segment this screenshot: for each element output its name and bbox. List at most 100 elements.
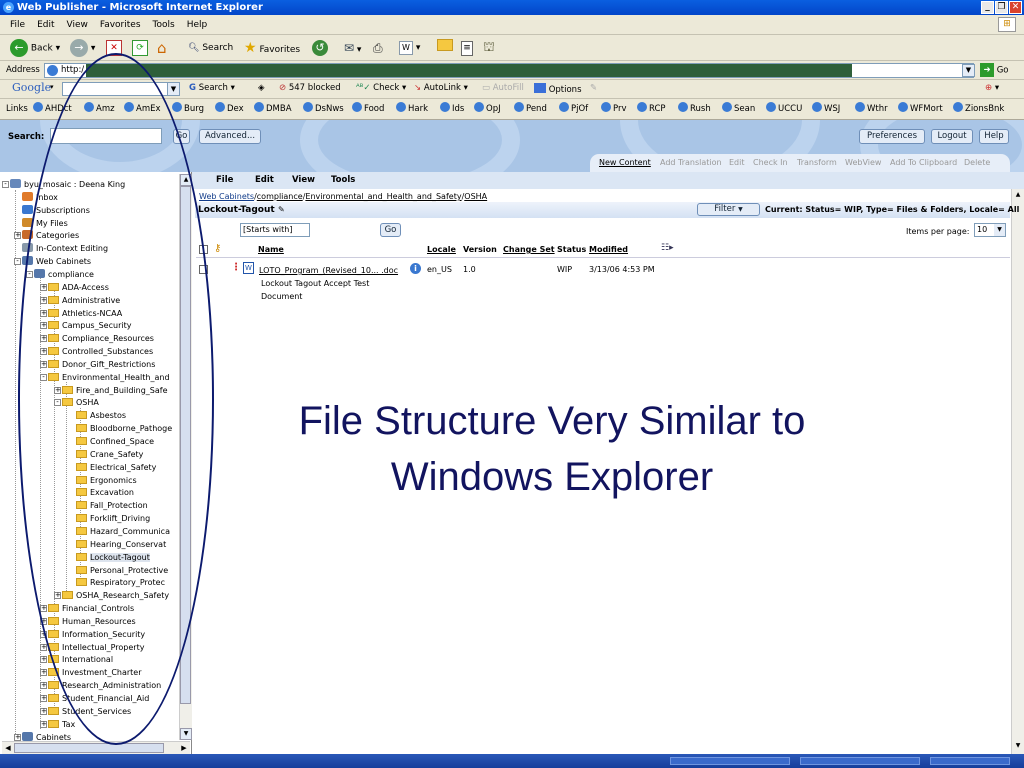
folder-button[interactable]: [437, 39, 453, 57]
link-item[interactable]: UCCU: [766, 102, 802, 116]
address-dropdown-button[interactable]: ▼: [962, 64, 975, 77]
logout-button[interactable]: Logout: [931, 129, 973, 144]
scroll-down-arrow-icon[interactable]: ▼: [180, 728, 192, 740]
edit-properties-icon[interactable]: ✎: [278, 205, 285, 214]
content-menu-file[interactable]: File: [216, 175, 233, 185]
expand-icon[interactable]: +: [14, 232, 21, 240]
content-menu-tools[interactable]: Tools: [331, 175, 355, 185]
add-to-clipboard-link[interactable]: Add To Clipboard: [890, 158, 957, 167]
starts-with-input[interactable]: [Starts with]: [240, 223, 310, 237]
transform-link[interactable]: Transform: [797, 158, 837, 167]
translate-button[interactable]: ⊕ ▾: [985, 83, 999, 93]
webview-link[interactable]: WebView: [845, 158, 881, 167]
expand-icon[interactable]: +: [40, 720, 47, 728]
popup-blocker-button[interactable]: ⊘ 547 blocked: [279, 83, 341, 93]
link-item[interactable]: Rush: [678, 102, 711, 116]
link-item[interactable]: WSJ: [812, 102, 840, 116]
autofill-button[interactable]: ▭ AutoFill: [482, 83, 524, 93]
menu-tools[interactable]: Tools: [147, 15, 181, 35]
link-item[interactable]: OpJ: [474, 102, 501, 116]
autolink-button[interactable]: ↘ AutoLink ▾: [414, 83, 468, 93]
document-link[interactable]: LOTO_Program_(Revised_10... .doc: [259, 266, 398, 275]
link-item[interactable]: Food: [352, 102, 384, 116]
content-menu-view[interactable]: View: [292, 175, 315, 185]
menu-help[interactable]: Help: [181, 15, 214, 35]
content-vertical-scrollbar[interactable]: ▲ ▼: [1011, 189, 1024, 754]
expand-icon[interactable]: +: [40, 643, 47, 651]
new-content-link[interactable]: New Content: [599, 158, 651, 167]
restore-button[interactable]: ❐: [995, 1, 1008, 14]
favorites-button[interactable]: ★ Favorites: [244, 39, 300, 57]
header-name[interactable]: Name: [258, 245, 284, 254]
link-item[interactable]: Dex: [215, 102, 244, 116]
collapse-icon[interactable]: -: [14, 258, 21, 266]
breadcrumb-web-cabinets[interactable]: Web Cabinets: [199, 192, 254, 201]
google-search-button[interactable]: G Search ▾: [189, 83, 235, 93]
breadcrumb-environmental[interactable]: Environmental_and_Health_and_Safety: [305, 192, 461, 201]
filter-go-button[interactable]: Go: [380, 223, 401, 237]
mail-button[interactable]: ✉ ▾: [344, 39, 361, 57]
go-button[interactable]: ➜ Go: [980, 63, 1009, 78]
check-in-link[interactable]: Check In: [753, 158, 788, 167]
link-item[interactable]: ZionsBnk: [953, 102, 1004, 116]
breadcrumb-compliance[interactable]: compliance: [257, 192, 303, 201]
link-item[interactable]: WFMort: [898, 102, 943, 116]
content-scroll-down-icon[interactable]: ▼: [1012, 740, 1024, 752]
link-item[interactable]: PjOf: [559, 102, 588, 116]
content-menu-edit[interactable]: Edit: [255, 175, 274, 185]
link-item[interactable]: RCP: [637, 102, 666, 116]
content-scroll-up-icon[interactable]: ▲: [1012, 189, 1024, 201]
expand-icon[interactable]: +: [40, 669, 47, 677]
collapse-icon[interactable]: -: [2, 181, 9, 188]
link-item[interactable]: Burg: [172, 102, 204, 116]
tree-horizontal-scrollbar[interactable]: ◀ ▶: [2, 741, 190, 754]
scroll-right-arrow-icon[interactable]: ▶: [178, 742, 190, 754]
refresh-button[interactable]: ⟳: [132, 39, 148, 57]
research-button[interactable]: ⛫: [483, 39, 495, 57]
edit-button[interactable]: W ▾: [399, 39, 420, 57]
expand-icon[interactable]: +: [40, 707, 47, 715]
search-button[interactable]: 🔍︎ Search: [188, 39, 233, 57]
menu-edit[interactable]: Edit: [31, 15, 60, 35]
link-item[interactable]: Prv: [601, 102, 627, 116]
link-item[interactable]: DsNws: [303, 102, 344, 116]
horizontal-scroll-thumb[interactable]: [14, 743, 164, 753]
messenger-button[interactable]: ≡: [461, 39, 473, 57]
info-icon[interactable]: i: [410, 263, 421, 274]
home-button[interactable]: ⌂: [157, 39, 167, 57]
advanced-search-button[interactable]: Advanced...: [199, 129, 261, 144]
tree-node[interactable]: + Tax: [40, 719, 75, 731]
link-item[interactable]: Hark: [396, 102, 428, 116]
expand-icon[interactable]: +: [40, 656, 47, 664]
link-item[interactable]: DMBA: [254, 102, 292, 116]
header-modified[interactable]: Modified: [589, 245, 628, 254]
menu-view[interactable]: View: [61, 15, 94, 35]
add-translation-link[interactable]: Add Translation: [660, 158, 722, 167]
items-per-page-select[interactable]: 10 ▼: [974, 223, 1006, 237]
header-change-set[interactable]: Change Set: [503, 245, 555, 254]
pencil-icon[interactable]: ✎: [590, 83, 597, 93]
table-row[interactable]: ⋮ W LOTO_Program_(Revised_10... .doc i e…: [196, 262, 1010, 304]
spellcheck-button[interactable]: ᴬᴮ✓ Check ▾: [356, 83, 406, 93]
menu-favorites[interactable]: Favorites: [94, 15, 147, 35]
header-locale[interactable]: Locale: [427, 245, 456, 254]
delete-link[interactable]: Delete: [964, 158, 990, 167]
link-item[interactable]: Pend: [514, 102, 547, 116]
google-dropdown-icon[interactable]: ▼: [167, 83, 179, 95]
scroll-left-arrow-icon[interactable]: ◀: [2, 742, 14, 754]
minimize-button[interactable]: _: [981, 1, 994, 14]
edit-link[interactable]: Edit: [729, 158, 745, 167]
breadcrumb-osha[interactable]: OSHA: [464, 192, 487, 201]
expand-icon[interactable]: +: [40, 682, 47, 690]
options-button[interactable]: Options: [534, 83, 582, 95]
forward-button[interactable]: → ▾: [70, 39, 95, 57]
link-item[interactable]: Sean: [722, 102, 755, 116]
help-button[interactable]: Help: [979, 129, 1009, 144]
pagerank-icon[interactable]: ◈: [258, 83, 265, 93]
column-chooser-icon[interactable]: ☷▸: [661, 243, 674, 253]
history-button[interactable]: ↺: [312, 39, 328, 57]
expand-icon[interactable]: +: [14, 733, 21, 741]
preferences-button[interactable]: Preferences: [859, 129, 925, 144]
link-item[interactable]: Ids: [440, 102, 464, 116]
menu-file[interactable]: File: [0, 15, 31, 35]
